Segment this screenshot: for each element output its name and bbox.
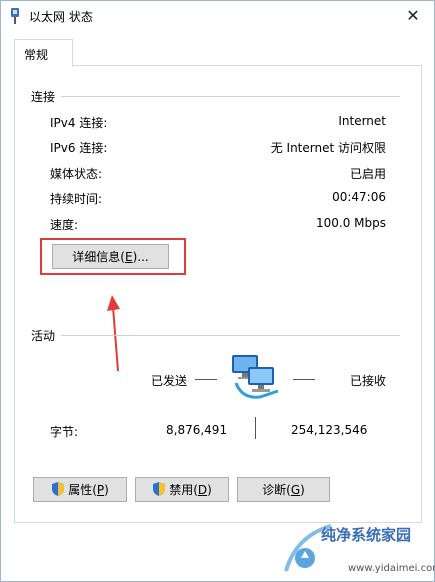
watermark-brand: 纯净系统家园 [321, 526, 412, 544]
bytes-label: 字节: [50, 425, 79, 439]
bytes-divider [255, 417, 256, 439]
tab-general-label: 常规 [24, 48, 49, 62]
uac-shield-icon [52, 482, 65, 496]
properties-button-suffix: ) [104, 483, 109, 497]
bytes-received-value: 254,123,546 [291, 423, 368, 437]
ipv6-label: IPv6 连接: [50, 141, 108, 155]
arrow-up-icon [107, 295, 120, 372]
duration-value: 00:47:06 [332, 190, 386, 204]
received-label: 已接收 [350, 374, 387, 388]
ipv4-value: Internet [338, 114, 386, 128]
diagnose-button-key: G [290, 483, 301, 497]
duration-label: 持续时间: [50, 192, 103, 206]
media-state-value: 已启用 [349, 167, 386, 181]
close-button[interactable]: ✕ [402, 5, 424, 27]
window-title: 以太网 状态 [29, 10, 93, 24]
activity-divider [33, 335, 400, 336]
disable-button-suffix: ) [207, 483, 212, 497]
speed-label: 速度: [50, 218, 79, 232]
uac-shield-icon [153, 482, 166, 496]
ethernet-icon [11, 8, 19, 24]
disable-button-text: 禁用( [169, 483, 198, 497]
tab-panel [14, 65, 422, 523]
tab-general[interactable]: 常规 [14, 39, 73, 67]
network-computers-icon [232, 355, 279, 399]
activity-section-title: 活动 [31, 327, 62, 344]
media-state-label: 媒体状态: [50, 167, 103, 181]
disable-button[interactable]: 禁用(D) [135, 477, 229, 502]
ipv6-value: 无 Internet 访问权限 [270, 141, 386, 155]
disable-button-key: D [197, 483, 208, 497]
connection-divider [33, 96, 400, 97]
properties-button-text: 属性( [68, 483, 97, 497]
watermark-url: www.yidaimei.com [348, 563, 435, 574]
diagnose-button-suffix: ) [300, 483, 305, 497]
diagnose-button-text: 诊断( [262, 483, 291, 497]
sent-label: 已发送 [151, 374, 188, 388]
properties-button[interactable]: 属性(P) [33, 477, 127, 502]
ipv4-label: IPv4 连接: [50, 116, 108, 130]
diagnose-button[interactable]: 诊断(G) [237, 477, 330, 502]
sent-line [195, 379, 217, 380]
highlight-box [40, 238, 186, 275]
speed-value: 100.0 Mbps [315, 216, 386, 230]
received-line [293, 379, 315, 380]
connection-section-title: 连接 [31, 88, 62, 105]
bytes-sent-value: 8,876,491 [166, 423, 228, 437]
title-bar[interactable]: 以太网 状态 ✕ [1, 1, 434, 31]
status-window: 以太网 状态 ✕ 常规 连接 IPv4 连接: Internet IPv6 连接… [0, 0, 435, 582]
